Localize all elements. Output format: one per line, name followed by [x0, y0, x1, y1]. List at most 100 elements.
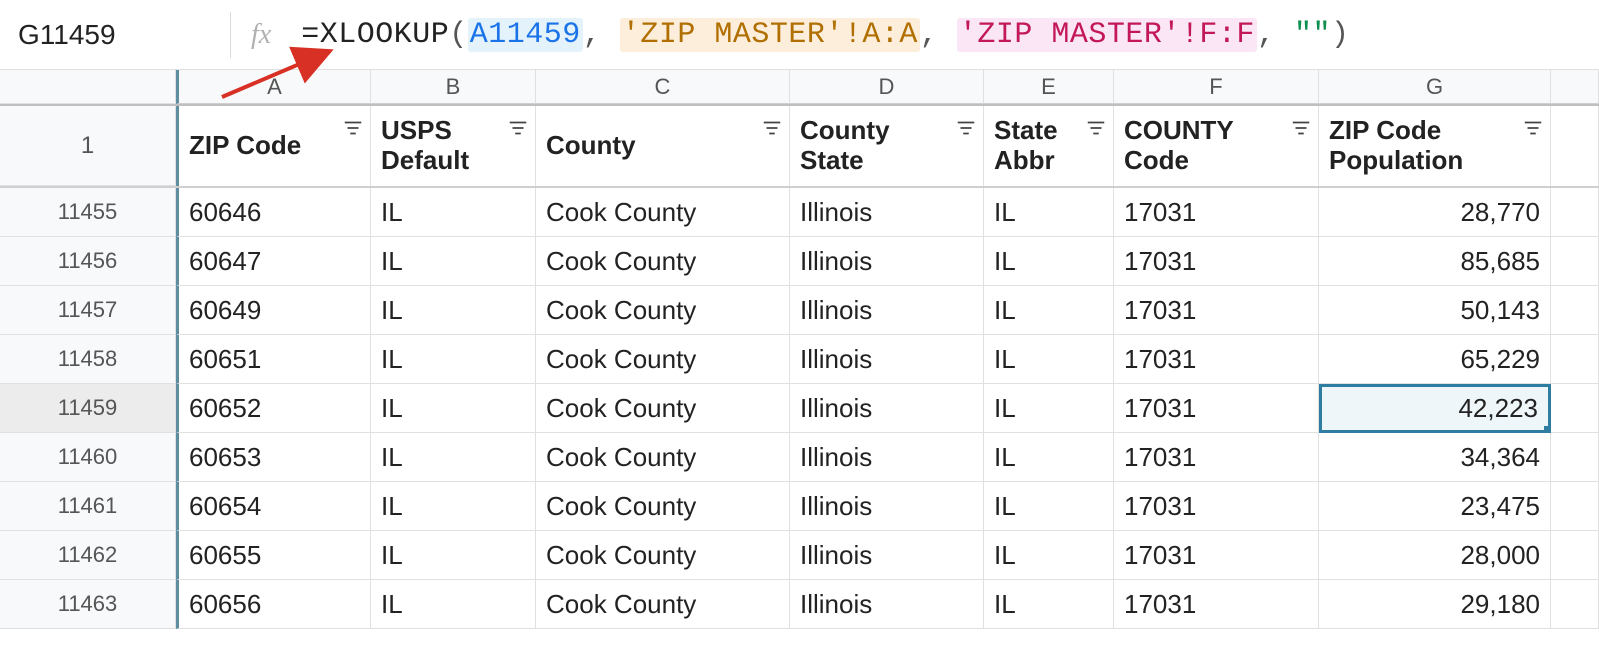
cell-B[interactable]: IL — [371, 188, 536, 237]
cell-F[interactable]: 17031 — [1114, 384, 1319, 433]
cell-B[interactable]: IL — [371, 237, 536, 286]
row-header[interactable]: 11462 — [0, 531, 176, 580]
fill-handle[interactable] — [1544, 426, 1551, 433]
cell-C[interactable]: Cook County — [536, 286, 790, 335]
cell-D[interactable]: Illinois — [790, 433, 984, 482]
cell-G[interactable]: 29,180 — [1319, 580, 1551, 629]
cell-H[interactable] — [1551, 531, 1599, 580]
cell-H[interactable] — [1551, 384, 1599, 433]
cell-F[interactable]: 17031 — [1114, 188, 1319, 237]
cell-E[interactable]: IL — [984, 237, 1114, 286]
select-all-corner[interactable] — [0, 70, 176, 104]
header-county-code[interactable]: COUNTY Code — [1114, 106, 1319, 186]
cell-B[interactable]: IL — [371, 580, 536, 629]
cell-A[interactable]: 60654 — [176, 482, 371, 531]
cell-E[interactable]: IL — [984, 384, 1114, 433]
cell-B[interactable]: IL — [371, 482, 536, 531]
cell-A[interactable]: 60656 — [176, 580, 371, 629]
cell-F[interactable]: 17031 — [1114, 286, 1319, 335]
header-usps-default[interactable]: USPS Default — [371, 106, 536, 186]
cell-A[interactable]: 60646 — [176, 188, 371, 237]
filter-icon[interactable] — [1522, 116, 1544, 138]
col-header-C[interactable]: C — [536, 70, 790, 104]
cell-D[interactable]: Illinois — [790, 335, 984, 384]
cell-H[interactable] — [1551, 188, 1599, 237]
cell-A[interactable]: 60652 — [176, 384, 371, 433]
cell-D[interactable]: Illinois — [790, 237, 984, 286]
cell-A[interactable]: 60647 — [176, 237, 371, 286]
row-header[interactable]: 11458 — [0, 335, 176, 384]
cell-C[interactable]: Cook County — [536, 531, 790, 580]
cell-D[interactable]: Illinois — [790, 531, 984, 580]
filter-icon[interactable] — [1290, 116, 1312, 138]
filter-icon[interactable] — [507, 116, 529, 138]
cell-B[interactable]: IL — [371, 531, 536, 580]
cell-H[interactable] — [1551, 237, 1599, 286]
cell-D[interactable]: Illinois — [790, 384, 984, 433]
col-header-B[interactable]: B — [371, 70, 536, 104]
cell-H[interactable] — [1551, 580, 1599, 629]
col-header-A[interactable]: A — [176, 70, 371, 104]
header-zip-code[interactable]: ZIP Code — [176, 106, 371, 186]
cell-A[interactable]: 60653 — [176, 433, 371, 482]
cell-C[interactable]: Cook County — [536, 433, 790, 482]
cell-H[interactable] — [1551, 433, 1599, 482]
cell-G[interactable]: 85,685 — [1319, 237, 1551, 286]
row-header[interactable]: 11459 — [0, 384, 176, 433]
filter-icon[interactable] — [761, 116, 783, 138]
col-header-E[interactable]: E — [984, 70, 1114, 104]
cell-D[interactable]: Illinois — [790, 188, 984, 237]
row-header[interactable]: 11455 — [0, 188, 176, 237]
cell-A[interactable]: 60655 — [176, 531, 371, 580]
row-header[interactable]: 11457 — [0, 286, 176, 335]
cell-H[interactable] — [1551, 335, 1599, 384]
row-header-1[interactable]: 1 — [0, 106, 176, 186]
cell-E[interactable]: IL — [984, 531, 1114, 580]
cell-B[interactable]: IL — [371, 286, 536, 335]
cell-F[interactable]: 17031 — [1114, 237, 1319, 286]
header-partial[interactable] — [1551, 106, 1599, 186]
cell-G[interactable]: 28,000 — [1319, 531, 1551, 580]
fx-icon[interactable]: fx — [251, 19, 271, 51]
cell-F[interactable]: 17031 — [1114, 335, 1319, 384]
header-county[interactable]: County — [536, 106, 790, 186]
cell-D[interactable]: Illinois — [790, 482, 984, 531]
cell-C[interactable]: Cook County — [536, 482, 790, 531]
cell-G[interactable]: 42,223 — [1319, 384, 1551, 433]
col-header-F[interactable]: F — [1114, 70, 1319, 104]
row-header[interactable]: 11456 — [0, 237, 176, 286]
header-county-state[interactable]: County State — [790, 106, 984, 186]
cell-E[interactable]: IL — [984, 286, 1114, 335]
cell-H[interactable] — [1551, 286, 1599, 335]
cell-H[interactable] — [1551, 482, 1599, 531]
formula-input[interactable]: =XLOOKUP(A11459, 'ZIP MASTER'!A:A, 'ZIP … — [301, 18, 1349, 52]
cell-E[interactable]: IL — [984, 580, 1114, 629]
cell-C[interactable]: Cook County — [536, 384, 790, 433]
cell-F[interactable]: 17031 — [1114, 580, 1319, 629]
col-header-G[interactable]: G — [1319, 70, 1551, 104]
cell-G[interactable]: 23,475 — [1319, 482, 1551, 531]
row-header[interactable]: 11460 — [0, 433, 176, 482]
row-header[interactable]: 11461 — [0, 482, 176, 531]
header-state-abbr[interactable]: State Abbr — [984, 106, 1114, 186]
cell-C[interactable]: Cook County — [536, 580, 790, 629]
cell-E[interactable]: IL — [984, 188, 1114, 237]
cell-E[interactable]: IL — [984, 335, 1114, 384]
filter-icon[interactable] — [955, 116, 977, 138]
cell-F[interactable]: 17031 — [1114, 433, 1319, 482]
cell-A[interactable]: 60649 — [176, 286, 371, 335]
col-header-D[interactable]: D — [790, 70, 984, 104]
row-header[interactable]: 11463 — [0, 580, 176, 629]
col-header-H[interactable] — [1551, 70, 1599, 104]
cell-C[interactable]: Cook County — [536, 237, 790, 286]
cell-B[interactable]: IL — [371, 384, 536, 433]
cell-C[interactable]: Cook County — [536, 188, 790, 237]
cell-B[interactable]: IL — [371, 335, 536, 384]
cell-F[interactable]: 17031 — [1114, 531, 1319, 580]
cell-F[interactable]: 17031 — [1114, 482, 1319, 531]
cell-C[interactable]: Cook County — [536, 335, 790, 384]
filter-icon[interactable] — [342, 116, 364, 138]
cell-D[interactable]: Illinois — [790, 580, 984, 629]
header-zip-population[interactable]: ZIP Code Population — [1319, 106, 1551, 186]
cell-G[interactable]: 34,364 — [1319, 433, 1551, 482]
